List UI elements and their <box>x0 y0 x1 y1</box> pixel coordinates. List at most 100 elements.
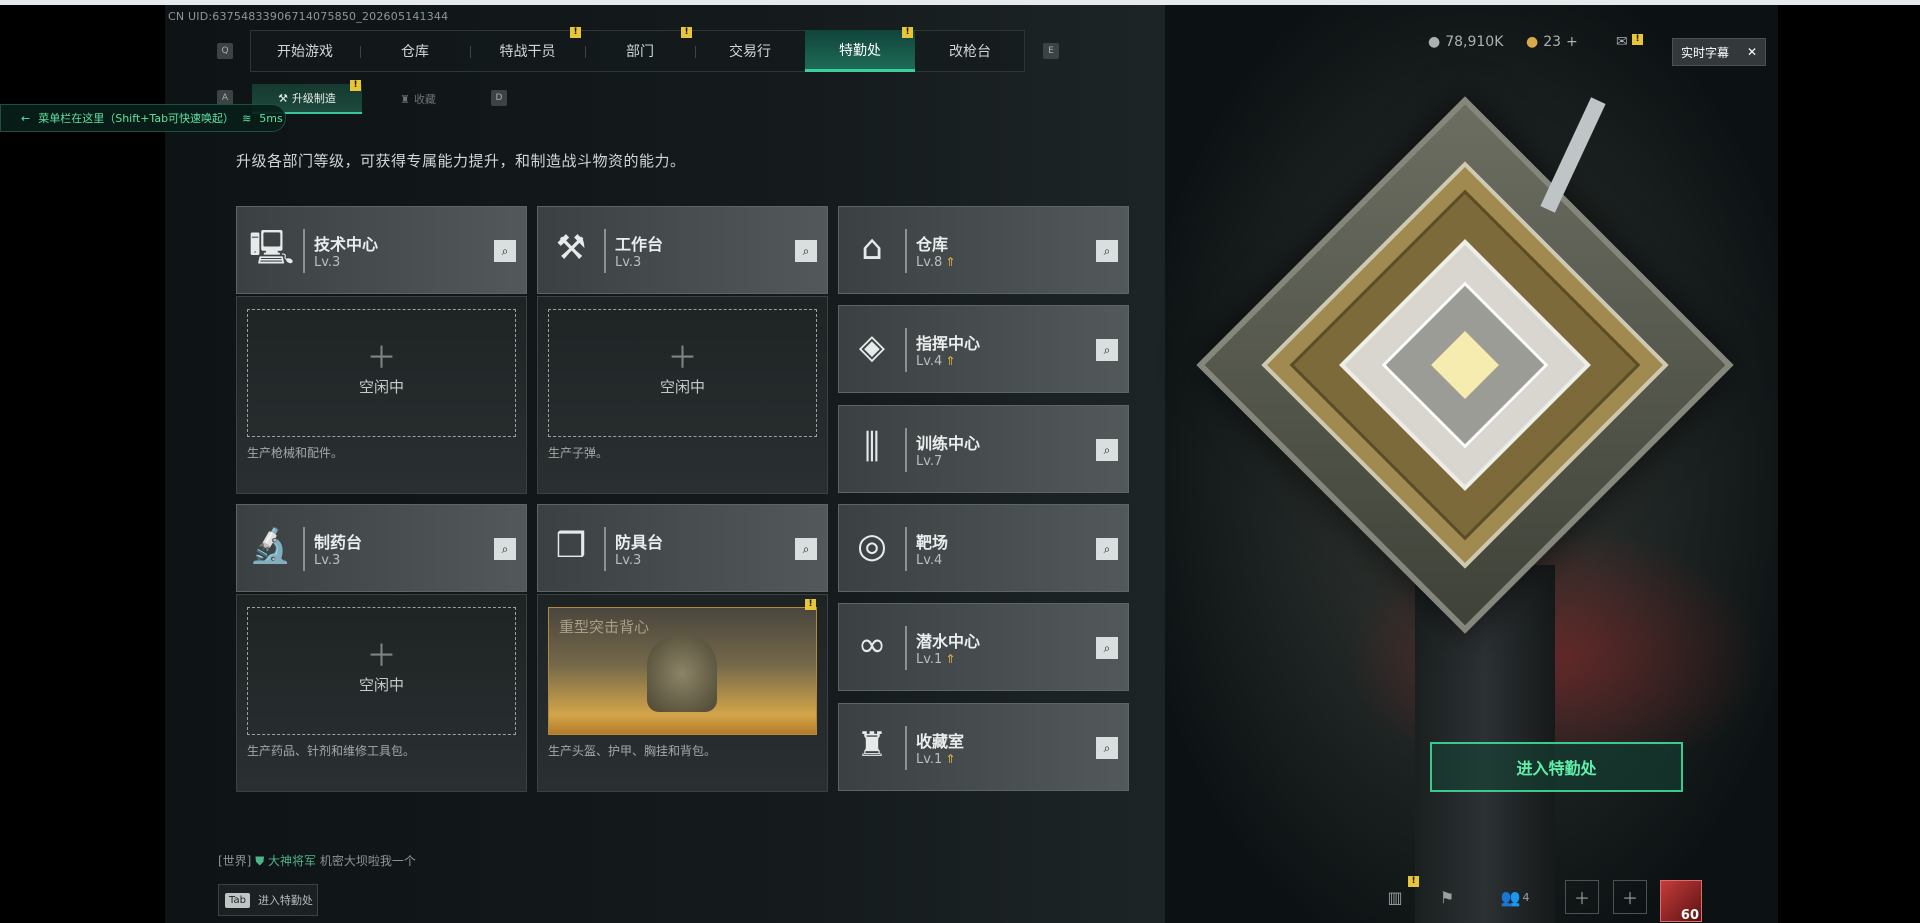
search-icon[interactable]: ⌕ <box>1096 737 1118 759</box>
search-icon[interactable]: ⌕ <box>494 538 516 560</box>
vest-image <box>647 636 717 712</box>
computer-icon: 🖳 <box>249 228 295 268</box>
tab-start-game[interactable]: 开始游戏 <box>250 30 360 72</box>
subtab-collection[interactable]: ♜ 收藏 <box>368 84 468 114</box>
tab-warehouse[interactable]: 仓库 <box>360 30 470 72</box>
friends-button[interactable]: 👥 4 <box>1495 880 1535 914</box>
right-letterbox <box>1778 5 1920 923</box>
facility-level: Lv.7 <box>916 454 943 469</box>
nav-prev-key[interactable]: Q <box>217 43 233 59</box>
cubes-icon: ❒ <box>555 526 587 566</box>
station-card-pharmacy[interactable]: 🔬 制药台 Lv.3 ⌕ <box>236 504 527 592</box>
station-desc: 生产药品、针剂和维修工具包。 <box>247 744 416 758</box>
upgrade-icon: ⇑ <box>945 255 956 269</box>
search-icon[interactable]: ⌕ <box>1096 339 1118 361</box>
tools-icon: ⚒ <box>555 228 587 268</box>
plus-icon: ＋ <box>366 639 397 674</box>
search-icon[interactable]: ⌕ <box>1096 637 1118 659</box>
search-icon[interactable]: ⌕ <box>795 240 817 262</box>
search-icon[interactable]: ⌕ <box>1096 240 1118 262</box>
game-window: CN UID:63754833906714075850_202605141344… <box>0 0 1920 923</box>
tab-shortcut-button[interactable]: Tab 进入特勤处 <box>218 884 318 916</box>
plus-icon: ＋ <box>366 341 397 376</box>
facility-card-range[interactable]: ◎ 靶场 Lv.4 ⌕ <box>838 504 1129 592</box>
station-level: Lv.3 <box>314 255 341 270</box>
facility-card-warehouse[interactable]: ⌂ 仓库 Lv.8 ⇑ ⌕ <box>838 206 1129 294</box>
close-icon[interactable]: ✕ <box>1747 45 1757 59</box>
idle-slot[interactable]: ＋ 空闲中 <box>247 607 516 735</box>
tab-operators[interactable]: 特战干员 <box>470 30 585 72</box>
facility-level: Lv.8 ⇑ <box>916 255 956 270</box>
warning-icon: ! <box>902 27 913 38</box>
trophy-icon: ♜ <box>856 725 888 765</box>
search-icon[interactable]: ⌕ <box>795 538 817 560</box>
mail-icon: ✉ <box>1616 34 1628 50</box>
facility-name: 训练中心 <box>916 434 981 453</box>
chat-message: 机密大坝啦我一个 <box>319 854 416 868</box>
station-name: 防具台 <box>615 533 664 552</box>
subnav-next-key[interactable]: D <box>491 90 507 106</box>
facility-name: 指挥中心 <box>916 334 981 353</box>
station-desc: 生产子弹。 <box>548 446 609 460</box>
upgrade-icon: ⇑ <box>945 354 956 368</box>
flag-icon[interactable]: ⚑ <box>1430 880 1464 914</box>
station-panel-armor[interactable]: 重型突击背心 生产头盔、护甲、胸挂和背包。 <box>537 594 828 792</box>
chat-line: [世界] ⛊ 大神将军 机密大坝啦我一个 <box>218 852 416 869</box>
station-card-armor[interactable]: ❒ 防具台 Lv.3 ⌕ <box>537 504 828 592</box>
coin-icon: ● <box>1428 34 1441 50</box>
station-panel-tech[interactable]: ＋ 空闲中 生产枪械和配件。 <box>236 296 527 494</box>
mail-button[interactable]: ✉ <box>1616 34 1628 50</box>
facility-card-collection[interactable]: ♜ 收藏室 Lv.1 ⇑ ⌕ <box>838 703 1129 791</box>
facility-card-diving[interactable]: ∞ 潜水中心 Lv.1 ⇑ ⌕ <box>838 603 1129 691</box>
target-icon: ◎ <box>857 526 887 566</box>
warning-icon: ! <box>1408 876 1419 887</box>
friends-count: 4 <box>1522 890 1530 904</box>
facility-card-training[interactable]: ⫼ 训练中心 Lv.7 ⌕ <box>838 405 1129 493</box>
station-panel-pharmacy[interactable]: ＋ 空闲中 生产药品、针剂和维修工具包。 <box>236 594 527 792</box>
station-panel-workbench[interactable]: ＋ 空闲中 生产子弹。 <box>537 296 828 494</box>
trophy-icon: ♜ <box>400 92 410 106</box>
ticket-balance[interactable]: ● 23 + <box>1526 34 1578 50</box>
chat-channel: [世界] <box>218 854 252 868</box>
warning-icon: ! <box>681 27 692 38</box>
idle-label: 空闲中 <box>358 378 404 396</box>
search-icon[interactable]: ⌕ <box>494 240 516 262</box>
stats-icon[interactable]: ▥ <box>1378 880 1412 914</box>
ticket-value: 23 <box>1543 34 1562 50</box>
station-desc: 生产头盔、护甲、胸挂和背包。 <box>548 744 717 758</box>
idle-label: 空闲中 <box>659 378 705 396</box>
captions-label: 实时字幕 <box>1681 45 1730 60</box>
avatar[interactable]: 60 <box>1660 880 1702 923</box>
nav-next-key[interactable]: E <box>1043 43 1059 59</box>
idle-slot[interactable]: ＋ 空闲中 <box>548 309 817 437</box>
ping-label: 5ms <box>259 111 283 125</box>
station-card-tech[interactable]: 🖳 技术中心 Lv.3 ⌕ <box>236 206 527 294</box>
enter-special-ops-button[interactable]: 进入特勤处 <box>1430 742 1683 792</box>
dumbbell-icon: ⫼ <box>864 427 880 467</box>
wrench-icon: ⚒ <box>278 91 288 105</box>
search-icon[interactable]: ⌕ <box>1096 439 1118 461</box>
add-party-slot-button[interactable]: ＋ <box>1565 880 1599 914</box>
tab-special-ops[interactable]: 特勤处 <box>805 30 915 72</box>
tab-gunsmith[interactable]: 改枪台 <box>915 30 1025 72</box>
facility-card-command[interactable]: ◈ 指挥中心 Lv.4 ⇑ ⌕ <box>838 305 1129 393</box>
add-currency-button[interactable]: + <box>1566 34 1578 50</box>
idle-slot[interactable]: ＋ 空闲中 <box>247 309 516 437</box>
search-icon[interactable]: ⌕ <box>1096 538 1118 560</box>
warning-icon: ! <box>570 27 581 38</box>
tab-trading[interactable]: 交易行 <box>695 30 805 72</box>
menu-hint-toast[interactable]: ← 菜单栏在这里（Shift+Tab可快速唤起） ≋ 5ms <box>0 104 286 132</box>
station-level: Lv.3 <box>615 255 642 270</box>
tab-department[interactable]: 部门 <box>585 30 695 72</box>
player-level: 60 <box>1680 908 1699 923</box>
crafting-item[interactable]: 重型突击背心 <box>548 607 817 735</box>
add-party-slot-button[interactable]: ＋ <box>1613 880 1647 914</box>
chat-user[interactable]: 大神将军 <box>268 854 316 868</box>
robot-arm <box>1540 97 1606 213</box>
station-card-workbench[interactable]: ⚒ 工作台 Lv.3 ⌕ <box>537 206 828 294</box>
crafting-item-name: 重型突击背心 <box>559 618 650 636</box>
facility-level: Lv.4 ⇑ <box>916 354 956 369</box>
coin-balance: ● 78,910K <box>1428 34 1503 50</box>
subtab-label: 升级制造 <box>291 92 336 105</box>
wifi-icon: ≋ <box>242 111 252 125</box>
